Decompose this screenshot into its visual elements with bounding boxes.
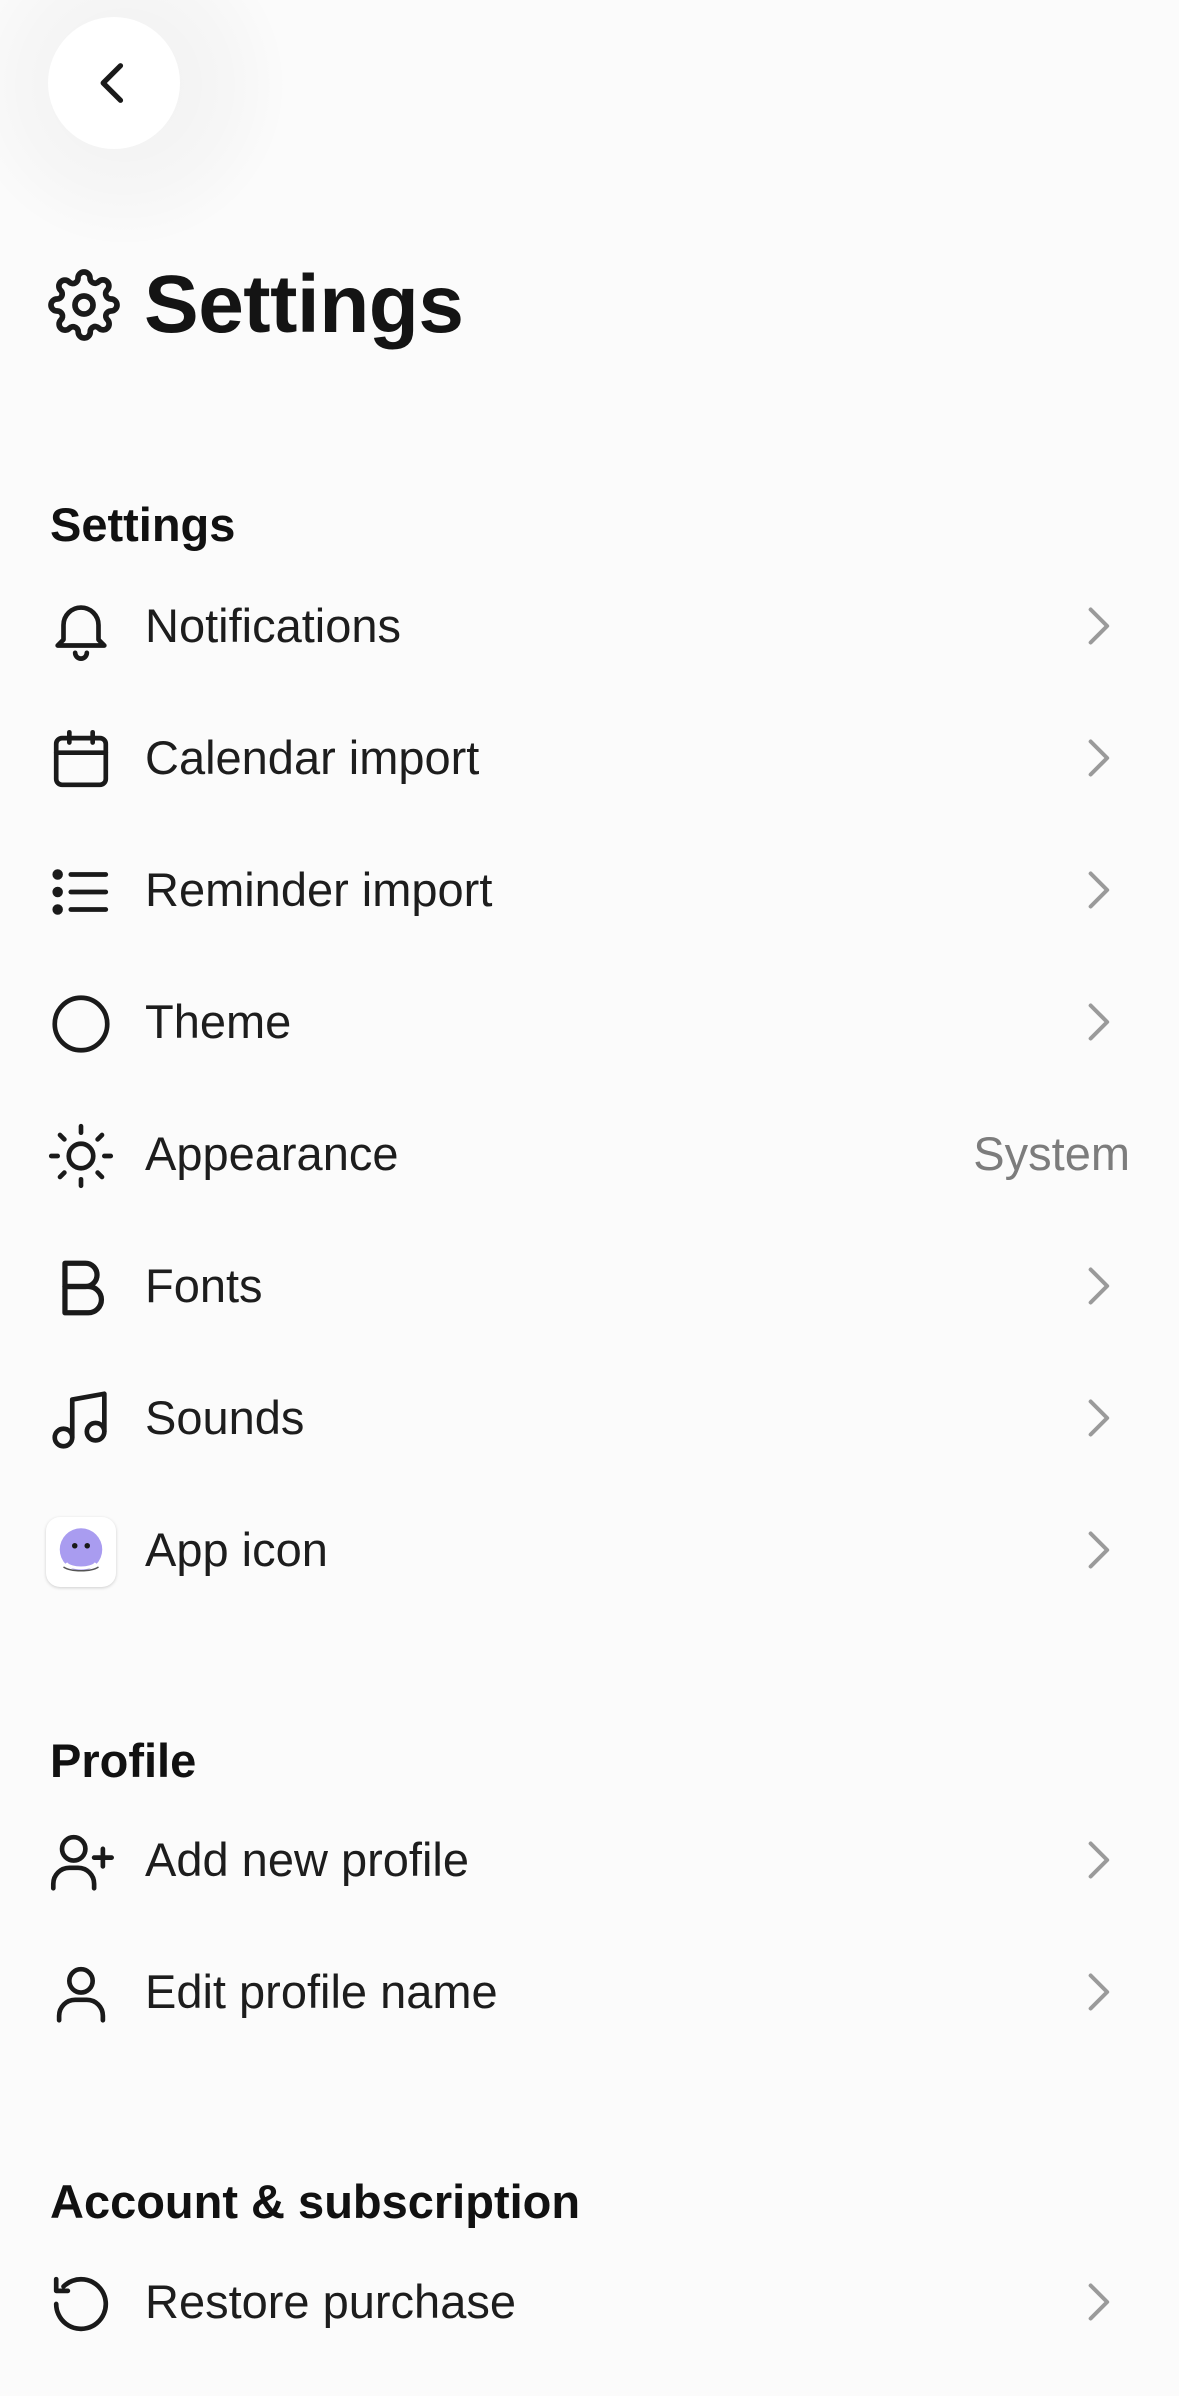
profile-item-edit-profile-name[interactable]: Edit profile name [0,1926,1179,2058]
settings-item-label: Fonts [145,1259,263,1312]
chevron-right-icon [1088,1841,1110,1879]
chevron-right-icon [1088,607,1110,645]
account-item-restore-purchase[interactable]: Restore purchase [0,2236,1179,2368]
circle-icon [52,995,110,1053]
back-button[interactable] [48,17,180,149]
settings-item-label: App icon [145,1523,328,1576]
profile-item-label: Add new profile [145,1833,469,1886]
chevron-right-icon [1088,1973,1110,2011]
user-plus-icon [50,1834,114,1891]
settings-item-label: Appearance [145,1127,399,1180]
section-header-account: Account & subscription [50,2175,581,2228]
section-header-profile: Profile [50,1734,197,1787]
section-header-settings: Settings [50,498,236,551]
profile-item-add-new-profile[interactable]: Add new profile [0,1794,1179,1926]
settings-item-label: Reminder import [145,863,493,916]
chevron-right-icon [1088,1399,1110,1437]
settings-item-notifications[interactable]: Notifications [0,560,1179,692]
bold-b-icon [62,1260,105,1316]
chevron-right-icon [1088,1267,1110,1305]
settings-item-label: Calendar import [145,731,480,784]
chevron-right-icon [1088,871,1110,909]
music-note-icon [52,1391,107,1449]
page-title: Settings [144,259,464,350]
bell-icon [55,605,107,661]
chevron-right-icon [1088,2283,1110,2321]
restore-icon [53,2276,109,2332]
settings-item-reminder-import[interactable]: Reminder import [0,824,1179,956]
settings-item-label: Theme [145,995,292,1048]
account-item-label: Restore purchase [145,2275,516,2328]
list-icon [52,869,109,915]
settings-item-theme[interactable]: Theme [0,956,1179,1088]
settings-item-label: Sounds [145,1391,305,1444]
app-icon-thumbnail [46,1517,116,1587]
settings-item-fonts[interactable]: Fonts [0,1220,1179,1352]
settings-item-label: Notifications [145,599,401,652]
settings-item-app-icon[interactable]: App icon [0,1484,1179,1616]
chevron-left-icon [100,63,124,103]
settings-item-appearance[interactable]: Appearance System [0,1088,1179,1220]
chevron-right-icon [1088,1531,1110,1569]
gear-icon [48,269,120,341]
chevron-right-icon [1088,739,1110,777]
settings-item-sounds[interactable]: Sounds [0,1352,1179,1484]
calendar-icon [53,729,109,788]
page-title-row: Settings [48,255,464,355]
appearance-value: System [973,1127,1130,1180]
sun-icon [48,1123,114,1189]
settings-item-calendar-import[interactable]: Calendar import [0,692,1179,824]
profile-item-label: Edit profile name [145,1965,498,2018]
chevron-right-icon [1088,1003,1110,1041]
user-icon [56,1966,106,2023]
